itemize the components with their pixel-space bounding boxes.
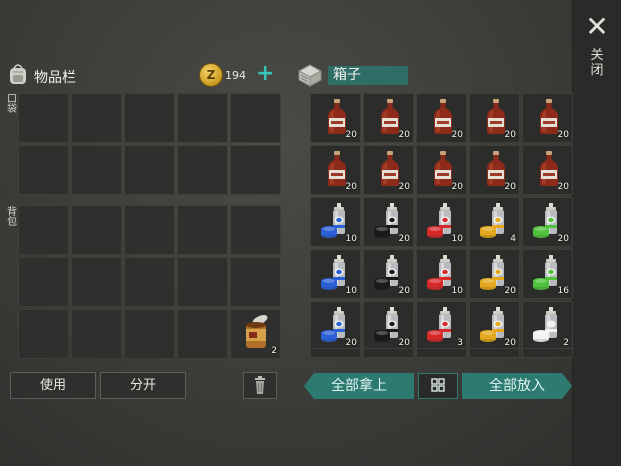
backpack-slot[interactable] bbox=[177, 257, 228, 307]
backpack-slot[interactable] bbox=[124, 309, 175, 359]
container-slot[interactable]: 20 bbox=[522, 93, 573, 143]
backpack-slot[interactable] bbox=[71, 309, 122, 359]
box-icon bbox=[297, 64, 323, 87]
backpack-slot[interactable] bbox=[124, 257, 175, 307]
container-slot[interactable]: 3 bbox=[416, 301, 467, 351]
container-slot[interactable]: 20 bbox=[363, 145, 414, 195]
item-count: 20 bbox=[557, 182, 569, 192]
item-count: 20 bbox=[398, 234, 410, 244]
close-label[interactable]: 关闭 bbox=[589, 48, 605, 78]
item-count: 20 bbox=[451, 182, 463, 192]
inventory-title: 物品栏 bbox=[34, 70, 76, 86]
container-slot[interactable]: 4 bbox=[469, 197, 520, 247]
backpack-slot[interactable] bbox=[71, 205, 122, 255]
pocket-slot[interactable] bbox=[18, 145, 69, 195]
container-slot[interactable]: 16 bbox=[522, 249, 573, 299]
container-slot[interactable]: 20 bbox=[522, 145, 573, 195]
pocket-slot[interactable] bbox=[18, 93, 69, 143]
item-count: 20 bbox=[398, 182, 410, 192]
container-slot[interactable]: 20 bbox=[469, 145, 520, 195]
item-count: 20 bbox=[451, 130, 463, 140]
pocket-slot[interactable] bbox=[124, 93, 175, 143]
item-count: 20 bbox=[504, 286, 516, 296]
container-slot[interactable]: 20 bbox=[522, 197, 573, 247]
backpack-label: 背包 bbox=[7, 207, 17, 228]
item-count: 10 bbox=[451, 286, 463, 296]
item-count: 10 bbox=[451, 234, 463, 244]
item-count: 20 bbox=[504, 182, 516, 192]
pocket-slot[interactable] bbox=[177, 93, 228, 143]
backpack-slot[interactable] bbox=[18, 257, 69, 307]
sort-button[interactable] bbox=[418, 373, 458, 399]
backpack-slot[interactable] bbox=[71, 257, 122, 307]
backpack-grid: 2 bbox=[18, 205, 281, 359]
item-count: 4 bbox=[510, 234, 516, 244]
backpack-slot[interactable] bbox=[177, 309, 228, 359]
item-count: 20 bbox=[398, 338, 410, 348]
item-count: 2 bbox=[563, 338, 569, 348]
coin-count: 194 bbox=[225, 69, 246, 82]
backpack-slot[interactable] bbox=[124, 205, 175, 255]
backpack-slot[interactable] bbox=[230, 257, 281, 307]
item-count: 20 bbox=[345, 338, 357, 348]
backpack-slot[interactable] bbox=[177, 205, 228, 255]
item-count: 3 bbox=[457, 338, 463, 348]
container-slot[interactable]: 20 bbox=[469, 249, 520, 299]
container-slot[interactable]: 10 bbox=[416, 197, 467, 247]
pocket-slot[interactable] bbox=[71, 145, 122, 195]
item-count: 20 bbox=[345, 130, 357, 140]
trash-icon bbox=[255, 376, 265, 394]
pocket-grid bbox=[18, 93, 281, 195]
item-count: 20 bbox=[557, 234, 569, 244]
item-count: 16 bbox=[557, 286, 569, 296]
pocket-slot[interactable] bbox=[230, 93, 281, 143]
container-slot[interactable]: 20 bbox=[310, 145, 361, 195]
container-grid: 20 20 20 20 20 20 20 20 20 20 10 20 10 4 20 10 20 10 20 16 2… bbox=[310, 93, 573, 351]
container-slot[interactable]: 10 bbox=[310, 197, 361, 247]
item-count: 10 bbox=[345, 234, 357, 244]
container-slot[interactable]: 20 bbox=[363, 249, 414, 299]
item-count: 20 bbox=[557, 130, 569, 140]
close-icon[interactable]: ✕ bbox=[584, 13, 610, 41]
put-all-button[interactable]: 全部放入 bbox=[462, 373, 572, 399]
item-count: 10 bbox=[345, 286, 357, 296]
sort-grid-icon bbox=[431, 378, 445, 392]
backpack-slot[interactable] bbox=[18, 205, 69, 255]
backpack-slot[interactable] bbox=[18, 309, 69, 359]
take-all-button[interactable]: 全部拿上 bbox=[304, 373, 414, 399]
item-count: 20 bbox=[398, 130, 410, 140]
container-title: 箱子 bbox=[328, 66, 408, 85]
container-slot[interactable]: 2 bbox=[522, 301, 573, 351]
coin-icon: Z bbox=[199, 63, 223, 87]
item-count: 20 bbox=[504, 130, 516, 140]
pocket-slot[interactable] bbox=[71, 93, 122, 143]
pocket-slot[interactable] bbox=[230, 145, 281, 195]
item-count: 20 bbox=[345, 182, 357, 192]
item-count: 2 bbox=[271, 346, 277, 356]
container-slot[interactable]: 20 bbox=[363, 93, 414, 143]
container-slot[interactable]: 10 bbox=[416, 249, 467, 299]
container-slot[interactable]: 20 bbox=[469, 301, 520, 351]
backpack-slot[interactable] bbox=[230, 205, 281, 255]
split-button[interactable]: 分开 bbox=[100, 372, 186, 399]
use-button[interactable]: 使用 bbox=[10, 372, 96, 399]
container-slot[interactable]: 20 bbox=[363, 197, 414, 247]
pocket-slot[interactable] bbox=[177, 145, 228, 195]
container-slot[interactable]: 20 bbox=[310, 301, 361, 351]
backpack-icon bbox=[10, 64, 26, 84]
container-slot[interactable]: 20 bbox=[310, 93, 361, 143]
container-slot[interactable]: 20 bbox=[416, 93, 467, 143]
item-count: 20 bbox=[504, 338, 516, 348]
container-slot[interactable]: 20 bbox=[469, 93, 520, 143]
container-slot[interactable]: 10 bbox=[310, 249, 361, 299]
trash-button[interactable] bbox=[243, 372, 277, 399]
pocket-label: 口袋 bbox=[7, 94, 17, 115]
container-slot[interactable]: 20 bbox=[416, 145, 467, 195]
plus-icon[interactable]: + bbox=[256, 61, 274, 87]
container-next-row-peek bbox=[310, 348, 573, 358]
container-slot[interactable]: 20 bbox=[363, 301, 414, 351]
backpack-slot[interactable]: 2 bbox=[230, 309, 281, 359]
pocket-slot[interactable] bbox=[124, 145, 175, 195]
item-count: 20 bbox=[398, 286, 410, 296]
